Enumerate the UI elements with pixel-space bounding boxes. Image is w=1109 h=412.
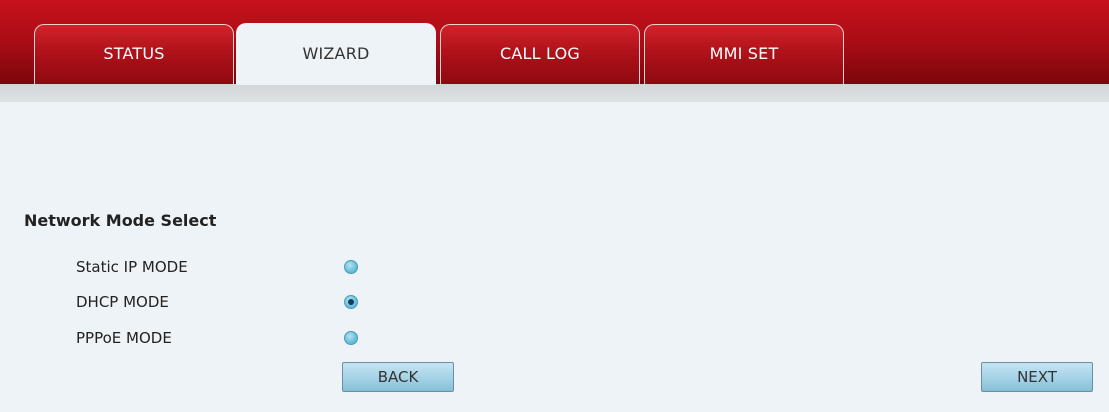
back-button[interactable]: BACK <box>342 362 454 392</box>
option-pppoe-label: PPPoE MODE <box>76 329 172 347</box>
option-pppoe-row: PPPoE MODE <box>76 326 376 350</box>
header-divider <box>0 84 1109 102</box>
tab-status[interactable]: STATUS <box>34 24 234 84</box>
pppoe-radio[interactable] <box>344 331 358 345</box>
tab-mmi-set-label: MMI SET <box>709 44 779 63</box>
tab-call-log[interactable]: CALL LOG <box>440 24 640 84</box>
next-button[interactable]: NEXT <box>981 362 1093 392</box>
static-ip-radio[interactable] <box>344 260 358 274</box>
tab-call-log-label: CALL LOG <box>500 44 580 63</box>
tab-wizard-label: WIZARD <box>302 44 370 63</box>
section-title: Network Mode Select <box>24 211 217 230</box>
tab-status-label: STATUS <box>103 44 165 63</box>
option-static-ip-row: Static IP MODE <box>76 255 376 279</box>
tab-wizard[interactable]: WIZARD <box>236 23 436 85</box>
option-static-ip-label: Static IP MODE <box>76 258 188 276</box>
dhcp-radio[interactable] <box>344 295 358 309</box>
option-dhcp-row: DHCP MODE <box>76 290 376 314</box>
tab-mmi-set[interactable]: MMI SET <box>644 24 844 84</box>
option-dhcp-label: DHCP MODE <box>76 293 169 311</box>
